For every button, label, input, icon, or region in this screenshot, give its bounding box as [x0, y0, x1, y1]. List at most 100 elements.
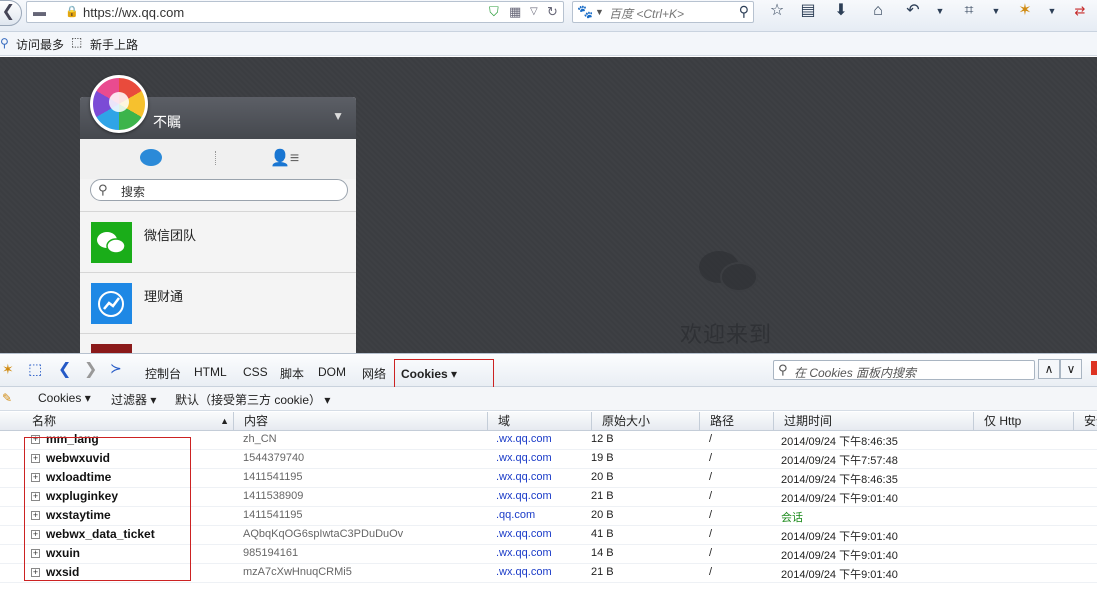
cookie-domain: .wx.qq.com [496, 471, 552, 483]
crop-dropdown-icon[interactable]: ▼ [984, 0, 1008, 22]
chat-tab-icon[interactable] [140, 149, 162, 166]
reload-icon[interactable]: ↻ [547, 4, 558, 20]
firebug-dropdown-icon[interactable]: ▼ [1040, 0, 1064, 22]
tab-dom[interactable]: DOM [318, 365, 346, 379]
cookies-menu[interactable]: Cookies ▾ [38, 391, 91, 405]
search-prev-icon[interactable]: ∧ [1038, 359, 1060, 379]
tab-script[interactable]: 脚本 [280, 365, 304, 382]
close-icon[interactable] [1091, 361, 1097, 375]
cookie-value: AQbqKqOG6spIwtaC3PDuDuOv [243, 528, 404, 540]
tab-console[interactable]: 控制台 [145, 365, 181, 382]
search-placeholder: 在 Cookies 面板内搜索 [794, 366, 917, 380]
bookmarks-bar: ⚲ 访问最多 ⬚ 新手上路 [0, 32, 1097, 56]
qr-code-icon[interactable]: ▦ [509, 4, 521, 20]
cookie-size: 12 B [591, 433, 614, 445]
cookie-domain: .qq.com [496, 509, 536, 521]
cookie-value: 1411541195 [243, 471, 303, 483]
cookie-value: zh_CN [243, 433, 277, 445]
search-placeholder: 百度 <Ctrl+K> [609, 7, 685, 21]
column-raw-size[interactable]: 原始大小 [594, 412, 700, 431]
tab-net[interactable]: 网络 [362, 365, 386, 382]
web-page: 不瞩 ▼ 👤≡ ⚲ 搜索 微信团队 理财通 欢迎来到 [0, 57, 1097, 353]
column-path[interactable]: 路径 [702, 412, 774, 431]
cookie-path: / [709, 471, 713, 483]
forward-icon[interactable]: ❯ [84, 359, 97, 379]
chat-item[interactable] [80, 334, 356, 353]
cookie-value: 985194161 [243, 547, 299, 559]
wechat-team-avatar [91, 222, 132, 263]
firebug-icon[interactable]: ✶ [1013, 0, 1037, 22]
firebug-icon[interactable]: ✶ [2, 361, 14, 378]
search-input[interactable]: ⚲ 搜索 [90, 179, 348, 201]
cookie-value: 1544379740 [243, 452, 305, 464]
column-secure[interactable]: 安全 [1076, 412, 1097, 431]
undo-dropdown-icon[interactable]: ▼ [928, 0, 952, 22]
tab-divider [215, 151, 216, 165]
firebug-toolbar: ✶ ⬚ ❮ ❯ ≻ 控制台 HTML CSS 脚本 DOM 网络 Cookies… [0, 353, 1097, 403]
sync-arrows-icon[interactable]: ⇄ [1068, 0, 1092, 22]
welcome-text: 欢迎来到 [680, 322, 773, 347]
url-text[interactable]: https://wx.qq.com [83, 5, 184, 20]
cookie-size: 19 B [591, 452, 614, 464]
tab-html[interactable]: HTML [194, 365, 227, 379]
menu-dropdown-icon[interactable]: ▼ [332, 109, 344, 123]
cookie-value: 1411538909 [243, 490, 304, 502]
tab-css[interactable]: CSS [243, 365, 268, 379]
cookie-size: 20 B [591, 509, 614, 521]
cookie-domain: .wx.qq.com [496, 528, 552, 540]
dropdown-icon[interactable]: ▽ [530, 6, 538, 17]
column-domain[interactable]: 域 [490, 412, 592, 431]
cookie-path: / [709, 509, 713, 521]
page-icon: ▬ [33, 4, 46, 19]
cookie-expires: 2014/09/24 下午9:01:40 [781, 550, 898, 562]
column-http-only[interactable]: 仅 Http [976, 412, 1074, 431]
cookie-domain: .wx.qq.com [496, 566, 552, 578]
filter-menu[interactable]: 过滤器 ▾ [111, 391, 156, 408]
panel-tabs: 👤≡ [80, 139, 356, 179]
cookie-size: 21 B [591, 566, 614, 578]
bookmarks-list-icon[interactable]: ▤ [796, 0, 820, 22]
inspect-icon[interactable]: ⬚ [28, 360, 42, 378]
search-bar[interactable]: 🐾 ▼ 百度 <Ctrl+K> ⚲ [572, 1, 754, 23]
baidu-icon[interactable]: 🐾 [577, 4, 593, 20]
contacts-tab-icon[interactable]: 👤≡ [270, 148, 299, 168]
chat-name: 微信团队 [144, 228, 197, 243]
column-value[interactable]: 内容 [236, 412, 488, 431]
cookie-size: 41 B [591, 528, 614, 540]
cookies-table-header: 名称 ▲ 内容 域 原始大小 路径 过期时间 仅 Http 安全 [0, 412, 1097, 431]
engine-dropdown-icon[interactable]: ▼ [595, 7, 604, 17]
chat-name: 理财通 [144, 289, 184, 304]
bookmark-most-visited[interactable]: 访问最多 [16, 36, 64, 53]
shield-icon[interactable]: ⛉ [489, 4, 499, 20]
cookie-size: 14 B [591, 547, 614, 559]
third-party-menu[interactable]: 默认（接受第三方 cookie） ▾ [175, 391, 330, 408]
home-icon[interactable]: ⌂ [866, 0, 890, 22]
back-icon[interactable]: ❮ [58, 359, 71, 379]
search-next-icon[interactable]: ∨ [1060, 359, 1082, 379]
user-avatar[interactable] [90, 75, 148, 133]
cookie-expires: 2014/09/24 下午9:01:40 [781, 569, 898, 581]
chat-item[interactable]: 理财通 [80, 273, 356, 334]
search-icon[interactable]: ⚲ [739, 3, 749, 20]
command-line-icon[interactable]: ≻ [110, 360, 122, 377]
bookmark-star-icon[interactable]: ☆ [765, 0, 789, 22]
cookie-expires: 2014/09/24 下午9:01:40 [781, 493, 898, 505]
search-icon: ⚲ [778, 362, 788, 377]
cookies-search-input[interactable]: ⚲ 在 Cookies 面板内搜索 [773, 360, 1035, 380]
cookie-icon: ✎ [2, 391, 13, 405]
cookie-domain: .wx.qq.com [496, 490, 552, 502]
download-icon[interactable]: ⬇ [829, 0, 853, 22]
column-name[interactable]: 名称 ▲ [24, 412, 234, 431]
bookmark-getting-started[interactable]: 新手上路 [90, 36, 138, 53]
undo-icon[interactable]: ↶ [901, 0, 925, 22]
browser-toolbar: ❮ ▬ 🔒 https://wx.qq.com ⛉ ▦ ▽ ↻ 🐾 ▼ 百度 <… [0, 0, 1097, 32]
cookie-expires: 2014/09/24 下午9:01:40 [781, 531, 898, 543]
column-expires[interactable]: 过期时间 [776, 412, 974, 431]
crop-icon[interactable]: ⌗ [957, 0, 981, 22]
chat-item[interactable]: 微信团队 [80, 212, 356, 273]
cookie-size: 20 B [591, 471, 614, 483]
chat-avatar [91, 344, 132, 353]
cookie-expires: 会话 [781, 512, 803, 524]
address-bar[interactable]: ▬ 🔒 https://wx.qq.com ⛉ ▦ ▽ ↻ [26, 1, 564, 23]
back-button[interactable]: ❮ [0, 0, 22, 26]
